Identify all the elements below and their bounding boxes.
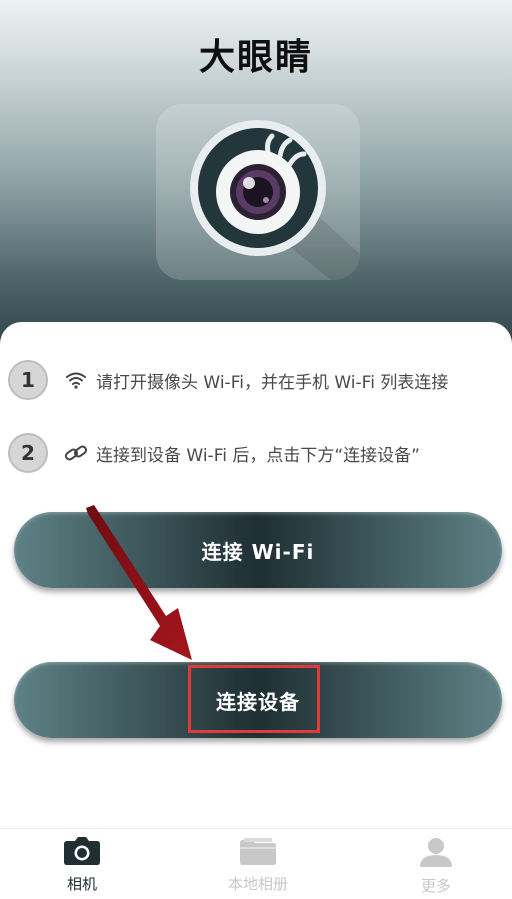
connect-device-highlight-box [188, 665, 320, 733]
app-title: 大眼睛 [198, 37, 313, 78]
step-1: 1 请打开摄像头 Wi-Fi，并在手机 Wi-Fi 列表连接 [8, 360, 448, 400]
step-number-badge: 2 [8, 433, 48, 473]
step-2-text: 连接到设备 Wi-Fi 后，点击下方“连接设备” [96, 445, 420, 466]
link-icon [64, 441, 88, 465]
connect-wifi-button[interactable]: 连接 Wi-Fi [14, 512, 502, 588]
step-1-text: 请打开摄像头 Wi-Fi，并在手机 Wi-Fi 列表连接 [96, 372, 449, 393]
eye-camera-logo-icon [156, 104, 360, 280]
tab-camera-label: 相机 [66, 875, 97, 893]
header-background: 大眼睛 [0, 0, 512, 360]
wifi-icon [64, 368, 88, 392]
tab-more-label: 更多 [420, 877, 451, 895]
step-number-badge: 1 [8, 360, 48, 400]
camera-icon [64, 837, 100, 869]
tab-local-album-label: 本地相册 [227, 875, 288, 893]
tab-camera[interactable]: 相机 [22, 837, 142, 894]
person-icon [418, 837, 454, 871]
tab-more[interactable]: 更多 [376, 837, 496, 896]
step-2: 2 连接到设备 Wi-Fi 后，点击下方“连接设备” [8, 433, 420, 473]
folder-icon [240, 837, 276, 869]
bottom-tab-bar: 相机 本地相册 更多 [0, 828, 512, 899]
tab-local-album[interactable]: 本地相册 [198, 837, 318, 894]
